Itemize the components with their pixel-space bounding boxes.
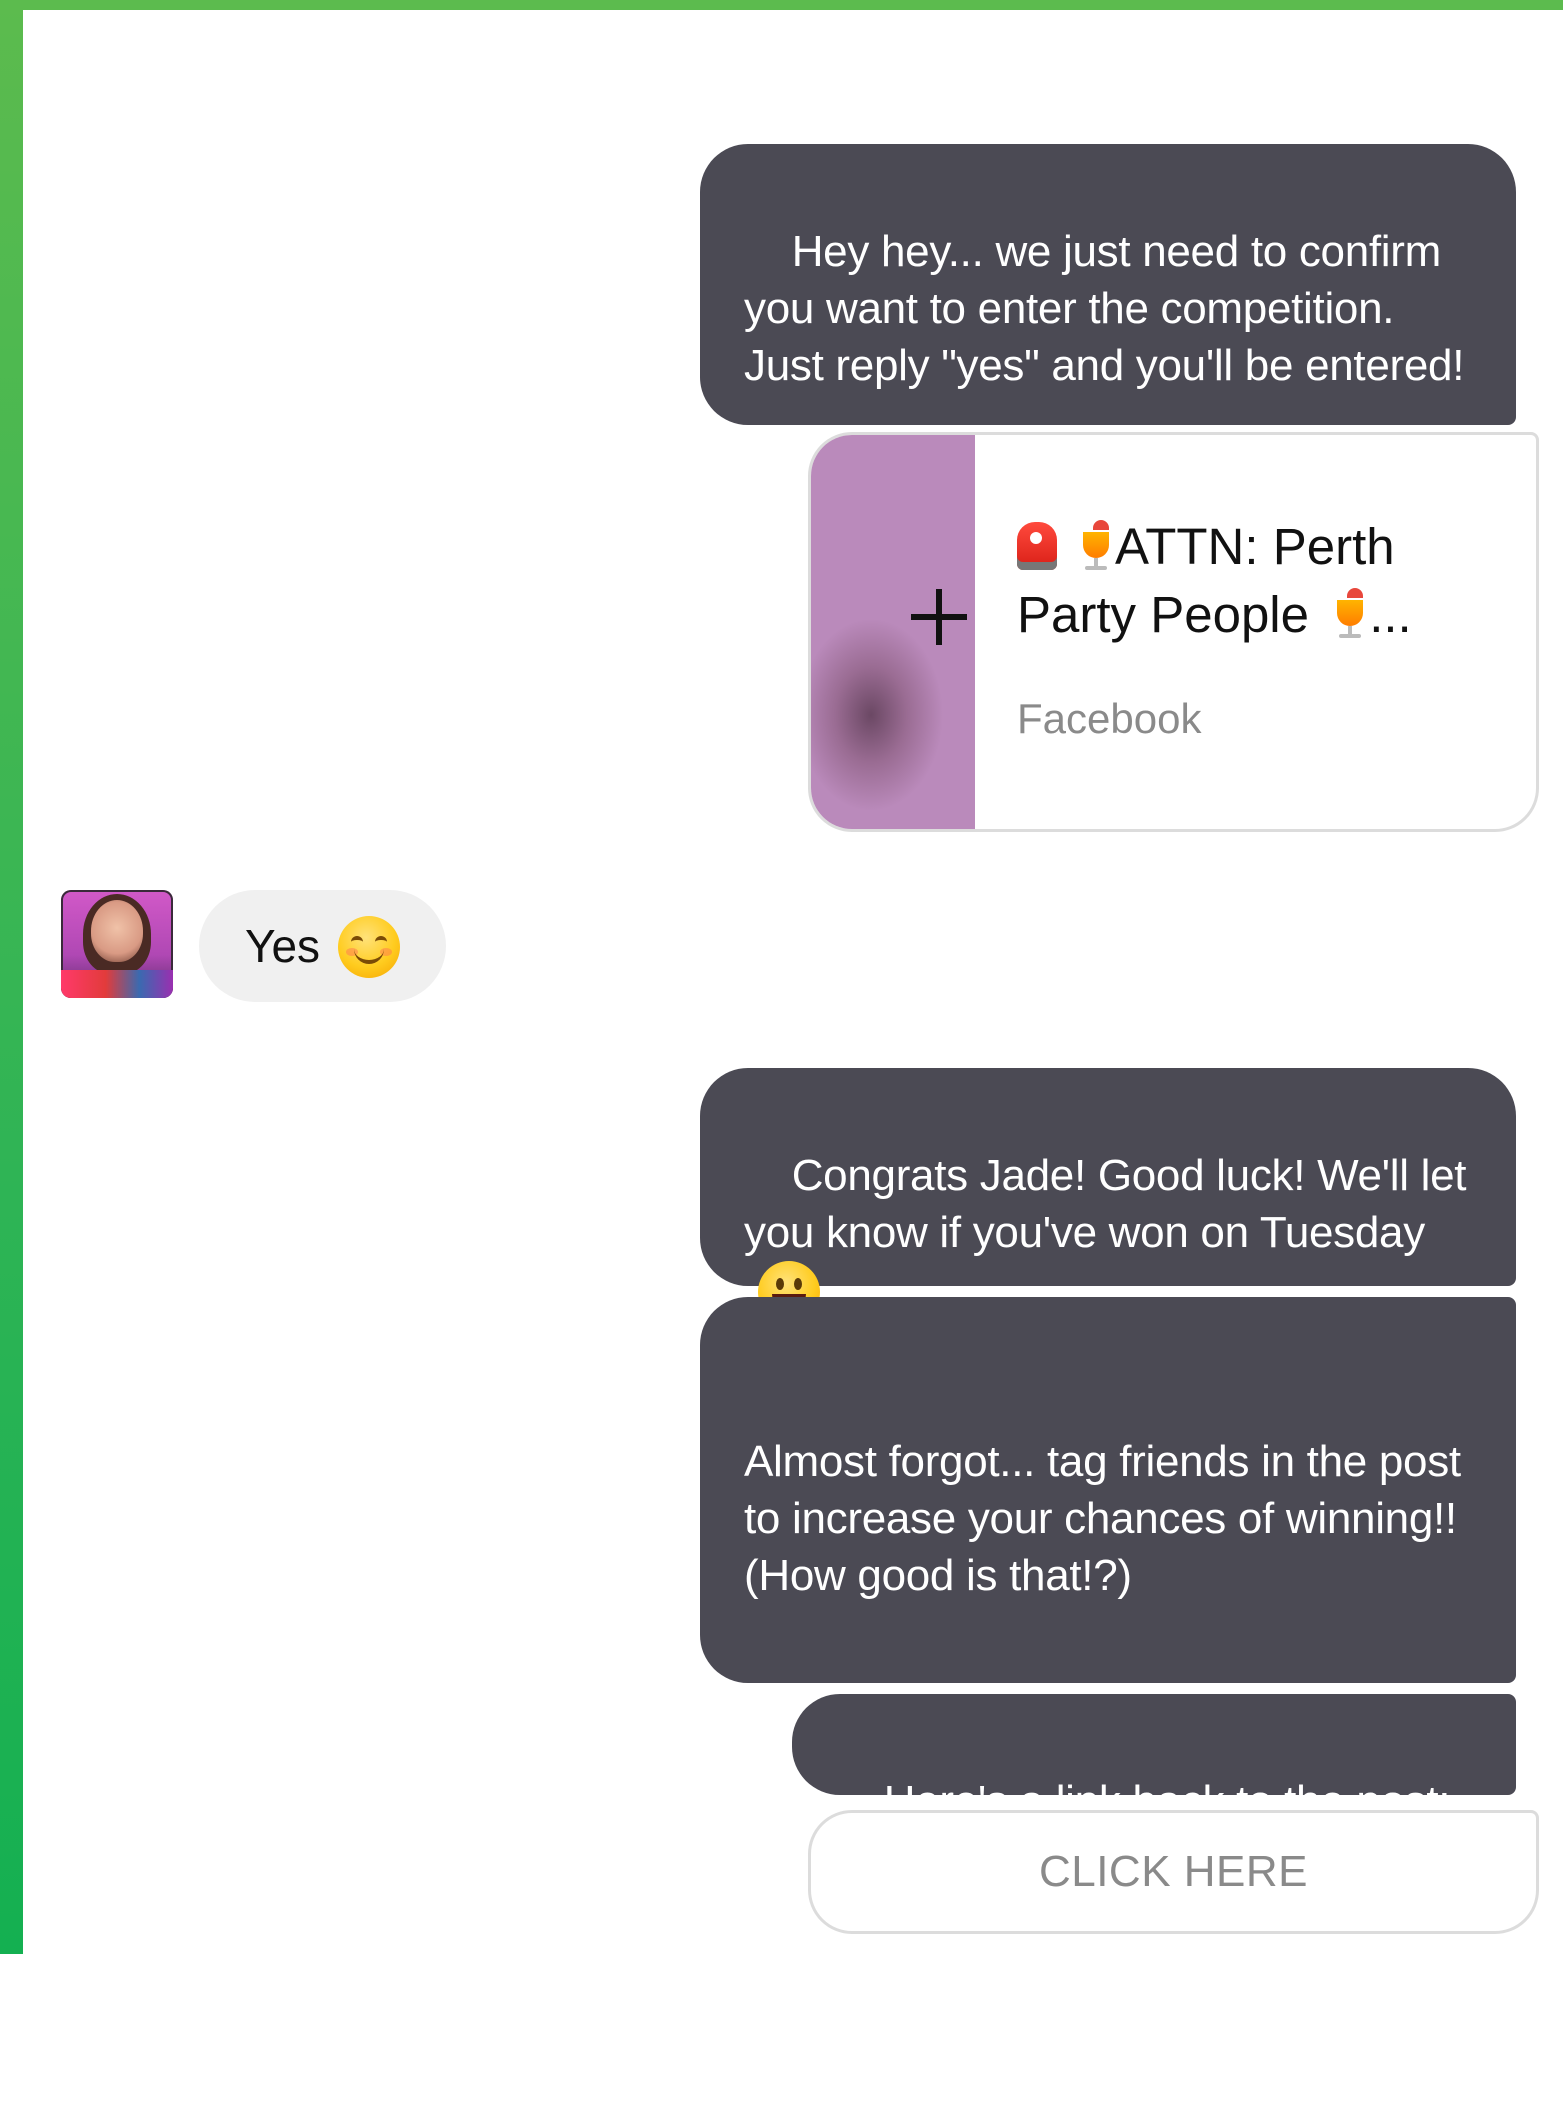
message-bubble-link-intro: Here's a link back to the post: [792,1694,1516,1826]
plus-icon [911,589,967,645]
tropical-drink-icon [1333,588,1367,642]
window-frame-left [0,0,23,1954]
link-preview-source: Facebook [1017,695,1202,742]
message-text: Almost forgot... tag friends in the post… [744,1437,1473,1600]
smiling-face-icon [338,916,401,978]
window-frame-top [0,0,1563,10]
link-preview-title-line-2: Party People [1017,586,1310,643]
message-text: Hey hey... we just need to confirm you w… [744,227,1465,390]
message-bubble-tag-friends: Almost forgot... tag friends in the post… [700,1297,1516,1999]
tropical-drink-icon [1079,520,1113,574]
link-preview-card[interactable]: ATTN: Perth Party People ... Facebook [808,432,1539,832]
siren-icon [1017,522,1057,570]
message-bubble-reply: Yes [199,890,447,1002]
link-preview-title: ATTN: Perth Party People ... [1017,513,1507,649]
message-text: Congrats Jade! Good luck! We'll let you … [744,1151,1479,1257]
link-preview-title-ellipsis: ... [1369,586,1412,643]
chat-thread[interactable]: Hey hey... we just need to confirm you w… [23,10,1563,1999]
avatar[interactable] [61,890,173,998]
click-here-button[interactable]: CLICK HERE [808,1810,1539,1934]
message-text: Yes [245,920,321,972]
link-preview-title-line-1: ATTN: Perth [1115,518,1395,575]
link-preview-thumbnail [811,435,975,829]
message-bubble-congrats: Congrats Jade! Good luck! We'll let you … [700,1068,1516,1323]
message-bubble-confirm: Hey hey... we just need to confirm you w… [700,144,1516,425]
